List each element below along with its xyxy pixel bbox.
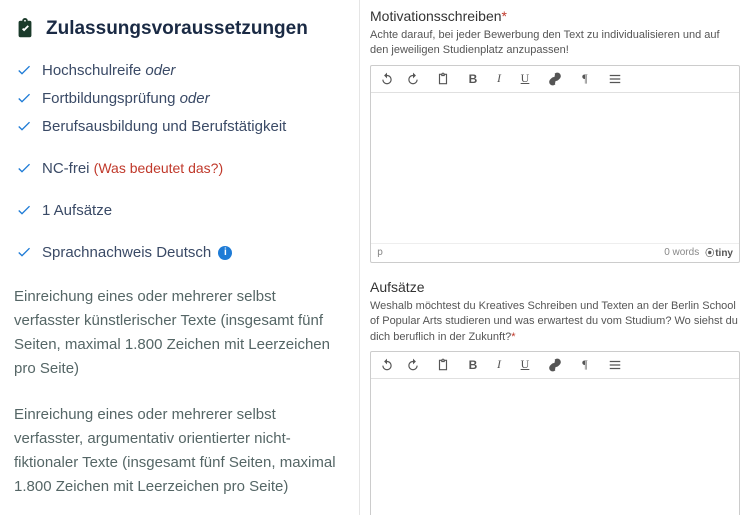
redo-icon[interactable] — [405, 357, 421, 373]
italic-icon[interactable]: I — [491, 71, 507, 87]
requirement-item-essays: 1 Aufsätze — [14, 200, 345, 221]
requirement-item: Hochschulreife oder — [14, 60, 345, 81]
bold-icon[interactable]: B — [465, 71, 481, 87]
essays-label: Aufsätze — [370, 279, 740, 295]
requirement-label: Fortbildungsprüfung oder — [42, 88, 210, 109]
paragraph-icon[interactable]: ¶ — [577, 357, 593, 373]
essays-prompt: Weshalb möchtest du Kreatives Schreiben … — [370, 299, 740, 345]
paste-icon[interactable] — [435, 71, 451, 87]
word-count: 0 words — [664, 247, 699, 258]
undo-icon[interactable] — [379, 71, 395, 87]
requirements-panel: Zulassungsvoraussetzungen Hochschulreife… — [0, 0, 360, 515]
section-title-text: Zulassungsvoraussetzungen — [46, 18, 308, 40]
check-icon — [16, 62, 32, 78]
editor-toolbar: B I U ¶ — [371, 66, 739, 93]
requirement-item: Fortbildungsprüfung oder — [14, 88, 345, 109]
requirement-label: Hochschulreife oder — [42, 60, 175, 81]
submission-paragraph-1: Einreichung eines oder mehrerer selbst v… — [14, 285, 345, 381]
requirement-item-nc: NC-frei (Was bedeutet das?) — [14, 158, 345, 179]
motivation-label: Motivationsschreiben* — [370, 8, 740, 24]
required-mark: * — [502, 8, 507, 24]
editor-toolbar: B I U ¶ — [371, 352, 739, 379]
form-panel: Motivationsschreiben* Achte darauf, bei … — [360, 0, 750, 515]
essays-textarea[interactable] — [371, 379, 739, 515]
check-icon — [16, 202, 32, 218]
link-icon[interactable] — [547, 357, 563, 373]
link-icon[interactable] — [547, 71, 563, 87]
redo-icon[interactable] — [405, 71, 421, 87]
italic-icon[interactable]: I — [491, 357, 507, 373]
undo-icon[interactable] — [379, 357, 395, 373]
essays-editor: B I U ¶ p 0 words tiny — [370, 351, 740, 515]
check-icon — [16, 90, 32, 106]
clipboard-icon — [14, 18, 36, 40]
submission-paragraph-2: Einreichung eines oder mehrerer selbst v… — [14, 403, 345, 499]
requirement-label: 1 Aufsätze — [42, 200, 112, 221]
requirement-label: NC-frei (Was bedeutet das?) — [42, 158, 223, 179]
motivation-field: Motivationsschreiben* Achte darauf, bei … — [370, 8, 740, 263]
editor-statusbar: p 0 words tiny — [371, 243, 739, 262]
requirement-label: Sprachnachweis Deutsch i — [42, 242, 232, 263]
nc-hint-link[interactable]: (Was bedeutet das?) — [94, 160, 223, 176]
bold-icon[interactable]: B — [465, 357, 481, 373]
motivation-editor: B I U ¶ p 0 words tiny — [370, 65, 740, 263]
requirement-label: Berufsausbildung und Berufstätigkeit — [42, 116, 286, 137]
section-title: Zulassungsvoraussetzungen — [14, 18, 345, 40]
requirement-item: Berufsausbildung und Berufstätigkeit — [14, 116, 345, 137]
essays-field: Aufsätze Weshalb möchtest du Kreatives S… — [370, 279, 740, 515]
underline-icon[interactable]: U — [517, 71, 533, 87]
more-icon[interactable] — [607, 71, 623, 87]
paste-icon[interactable] — [435, 357, 451, 373]
requirement-item-language: Sprachnachweis Deutsch i — [14, 242, 345, 263]
required-mark: * — [511, 331, 515, 343]
check-icon — [16, 244, 32, 260]
check-icon — [16, 160, 32, 176]
element-path: p — [377, 247, 383, 258]
more-icon[interactable] — [607, 357, 623, 373]
motivation-help: Achte darauf, bei jeder Bewerbung den Te… — [370, 28, 740, 59]
info-icon[interactable]: i — [218, 246, 232, 260]
motivation-textarea[interactable] — [371, 93, 739, 243]
underline-icon[interactable]: U — [517, 357, 533, 373]
check-icon — [16, 118, 32, 134]
paragraph-icon[interactable]: ¶ — [577, 71, 593, 87]
tiny-logo[interactable]: tiny — [705, 246, 733, 259]
